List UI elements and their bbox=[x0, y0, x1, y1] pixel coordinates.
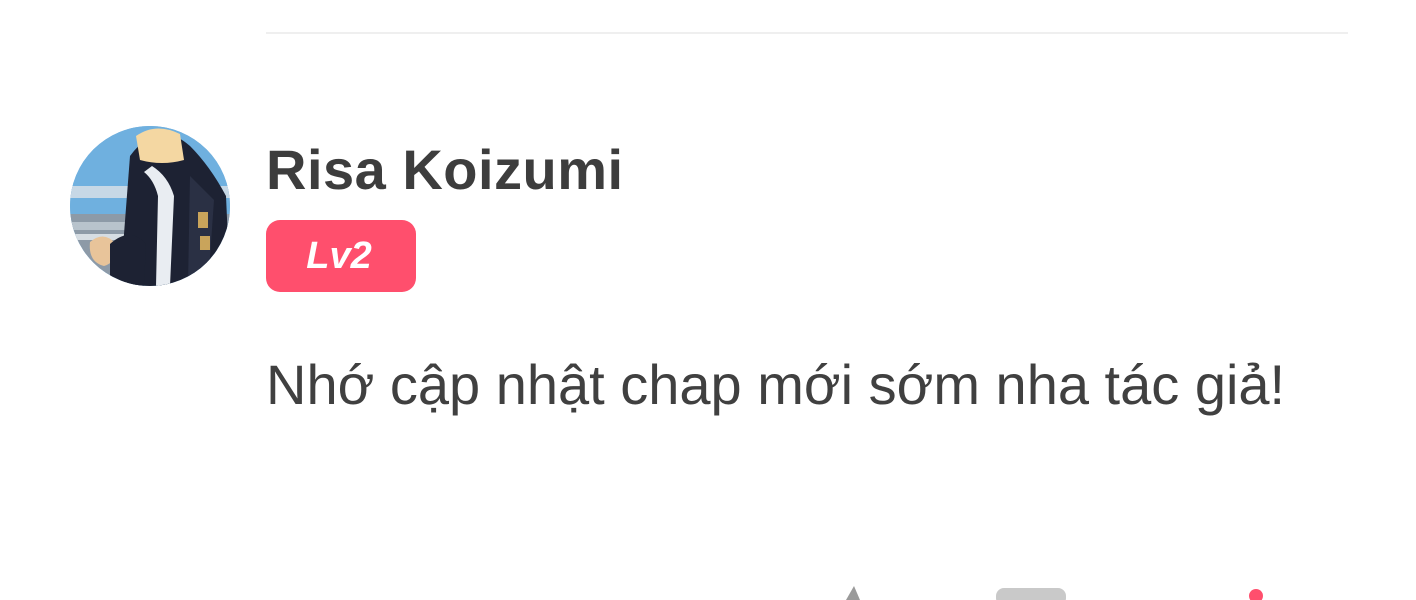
comment-page: Risa Koizumi Lv2 Nhớ cập nhật chap mới s… bbox=[0, 0, 1416, 600]
avatar-image bbox=[70, 126, 230, 286]
level-badge: Lv2 bbox=[266, 220, 416, 292]
reply-icon[interactable] bbox=[994, 582, 1070, 600]
username[interactable]: Risa Koizumi bbox=[266, 138, 624, 202]
comment-actions bbox=[0, 582, 1416, 600]
avatar[interactable] bbox=[70, 126, 230, 286]
comment-item: Risa Koizumi Lv2 Nhớ cập nhật chap mới s… bbox=[0, 0, 1416, 600]
more-icon[interactable] bbox=[1244, 582, 1268, 600]
comment-text: Nhớ cập nhật chap mới sớm nha tác giả! bbox=[266, 353, 1286, 416]
like-icon[interactable] bbox=[838, 582, 868, 600]
